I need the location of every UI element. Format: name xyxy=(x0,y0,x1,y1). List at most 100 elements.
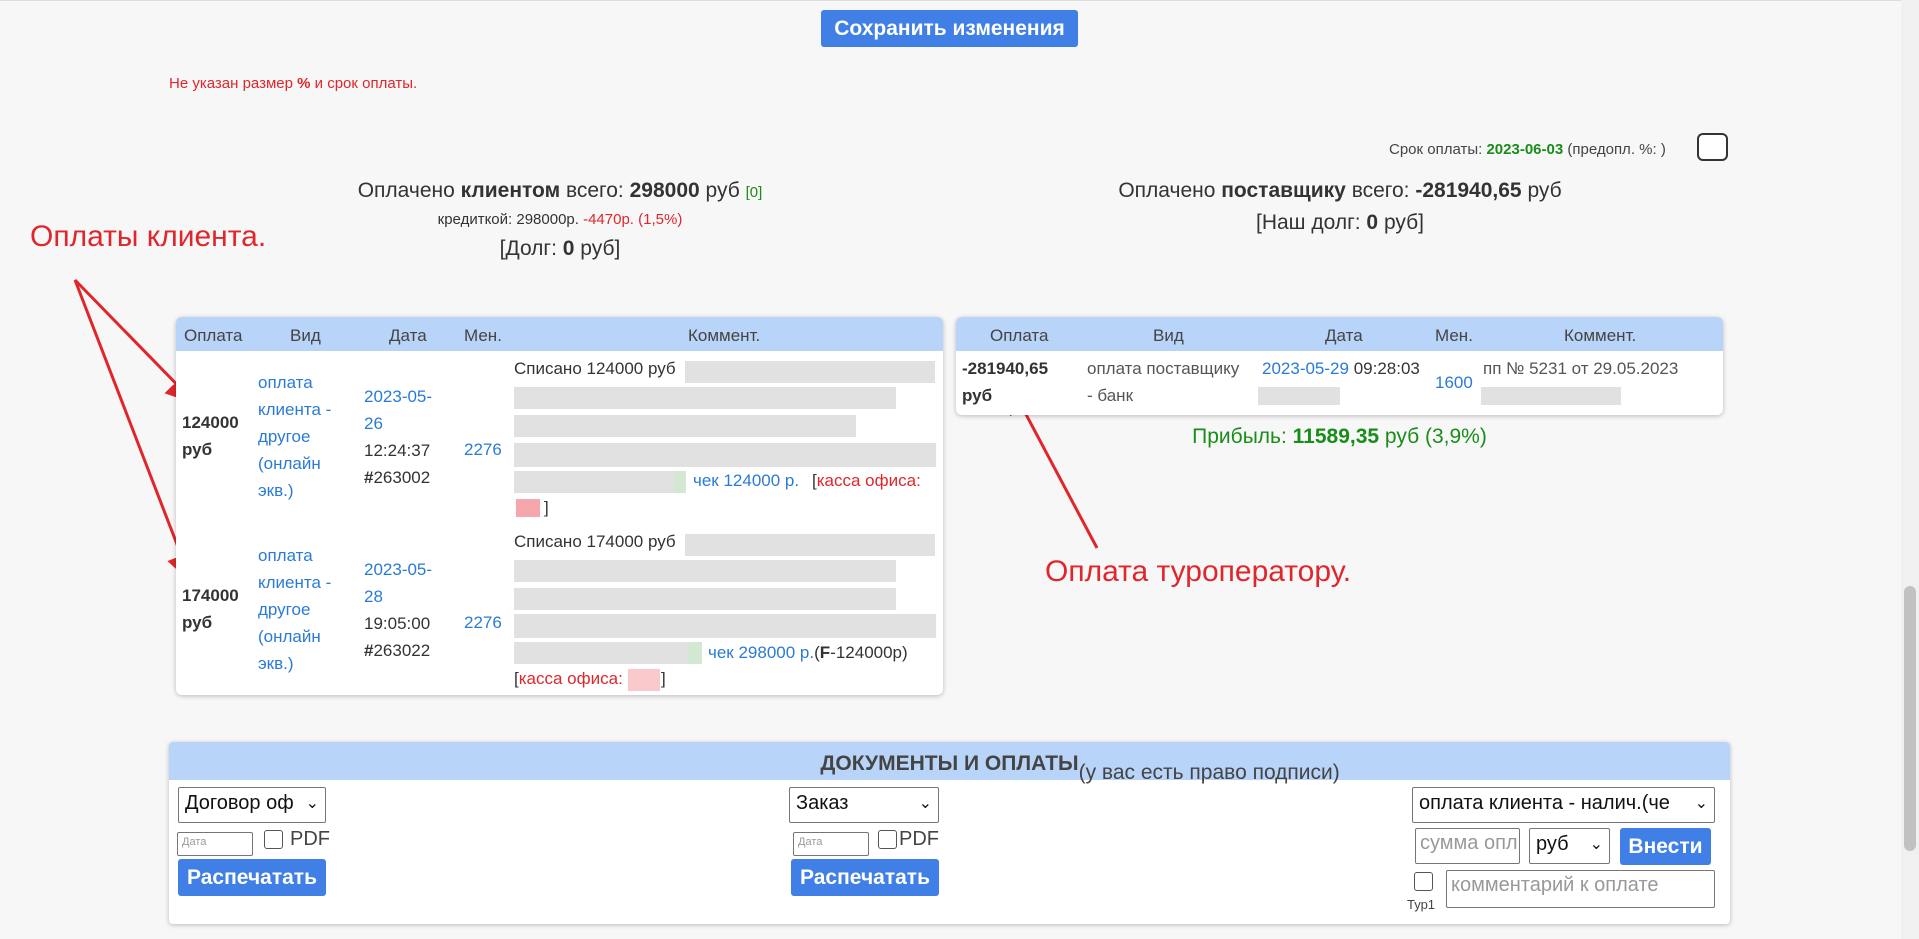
order-print-button[interactable]: Распечатать xyxy=(791,859,939,896)
kind-line: оплата xyxy=(258,373,313,392)
profit-rest: руб (3,9%) xyxy=(1379,425,1487,448)
profit-summary: Прибыль: 11589,35 руб (3,9%) xyxy=(956,425,1723,449)
manager-link[interactable]: 1600 xyxy=(1435,369,1473,396)
payment-unit: руб xyxy=(182,613,213,632)
kind-line: клиента - xyxy=(258,400,332,419)
payment-comment: Списано 174000 руб xyxy=(514,532,676,551)
date-link[interactable]: 2023-05- xyxy=(364,383,432,410)
kind-line: - банк xyxy=(1087,386,1134,405)
kind-line: экв.) xyxy=(258,654,294,673)
redacted-block xyxy=(628,669,660,691)
check-info: чек 298000 р.(F-124000р) xyxy=(708,639,908,666)
redacted-block xyxy=(514,415,856,437)
chevron-down-icon: ⌄ xyxy=(918,795,932,812)
client-payments-table: Оплата Вид Дата Мен. Коммент. 124000 руб… xyxy=(176,317,943,695)
kind-line: оплата xyxy=(258,546,313,565)
payment-unit: руб xyxy=(182,440,213,459)
table-row: 124000 руб xyxy=(182,409,239,463)
f-letter: F xyxy=(819,643,831,662)
date-link-day[interactable]: 26 xyxy=(364,410,432,437)
comment-placeholder: комментарий к оплате xyxy=(1451,874,1659,896)
date-link[interactable]: 2023-05-29 xyxy=(1262,359,1349,378)
check-link[interactable]: чек 124000 р. xyxy=(693,467,799,494)
payment-time: 12:24:37 xyxy=(364,441,431,460)
payment-type-select[interactable]: оплата клиента - налич.(че ⌄ xyxy=(1412,787,1715,823)
redacted-block xyxy=(514,471,684,493)
cash-desk-info: [касса офиса: xyxy=(514,665,623,692)
col-kind: Вид xyxy=(1153,326,1184,345)
order-select[interactable]: Заказ ⌄ xyxy=(789,787,939,823)
payment-date: 2023-05-29 09:28:03 xyxy=(1262,355,1420,382)
sum-placeholder: сумма опл xyxy=(1420,832,1518,854)
payment-number: 263002 xyxy=(373,468,431,487)
documents-header: ДОКУМЕНТЫ И ОПЛАТЫ (у вас есть право под… xyxy=(169,742,1730,784)
payment-date: 2023-05- 28 19:05:00 #263022 xyxy=(364,556,432,664)
payment-kind-link[interactable]: оплата клиента - другое (онлайн экв.) xyxy=(258,369,331,504)
chevron-down-icon: ⌄ xyxy=(1694,795,1708,812)
check-link[interactable]: чек 298000 р. xyxy=(708,643,814,662)
col-kind: Вид xyxy=(290,326,321,345)
payment-comment: Списано 124000 руб xyxy=(514,359,676,378)
kind-line: экв.) xyxy=(258,481,294,500)
scrollbar-thumb[interactable] xyxy=(1904,586,1916,851)
manager-link[interactable]: 2276 xyxy=(464,609,502,636)
redacted-block xyxy=(514,588,896,610)
date-placeholder: Дата xyxy=(798,836,823,848)
payment-number: 263022 xyxy=(373,641,431,660)
kind-line: (онлайн xyxy=(258,454,321,473)
date-link[interactable]: 2023-05- xyxy=(364,556,432,583)
redacted-block xyxy=(685,361,935,383)
contract-select[interactable]: Договор оф ⌄ xyxy=(178,787,326,823)
kind-line: другое xyxy=(258,600,311,619)
profit-amount: 11589,35 xyxy=(1292,425,1380,448)
redacted-block xyxy=(514,642,694,664)
contract-select-value: Договор оф xyxy=(185,792,294,814)
documents-title: ДОКУМЕНТЫ И ОПЛАТЫ xyxy=(820,752,1079,775)
payment-type-value: оплата клиента - налич.(че xyxy=(1419,792,1670,814)
payment-amount: 124000 xyxy=(182,413,239,432)
contract-date-input[interactable]: Дата xyxy=(177,832,253,856)
chevron-down-icon: ⌄ xyxy=(305,795,319,812)
col-date: Дата xyxy=(1325,326,1363,345)
contract-print-button[interactable]: Распечатать xyxy=(178,859,326,896)
f-amount: -124000р) xyxy=(830,643,908,662)
manager-link[interactable]: 2276 xyxy=(464,436,502,463)
cash-desk-label: касса офиса: xyxy=(816,471,921,490)
table-row: -281940,65 руб xyxy=(962,355,1048,409)
contract-pdf-label: PDF xyxy=(290,828,330,850)
order-date-input[interactable]: Дата xyxy=(793,832,869,856)
payment-amount: -281940,65 xyxy=(962,359,1049,378)
redacted-block xyxy=(1258,387,1340,405)
tour-checkbox[interactable] xyxy=(1414,872,1433,891)
submit-payment-button[interactable]: Внести xyxy=(1620,828,1711,865)
contract-pdf-checkbox[interactable] xyxy=(264,830,283,849)
cash-desk-label: касса офиса: xyxy=(518,669,623,688)
payment-comment-input[interactable]: комментарий к оплате xyxy=(1446,870,1715,908)
order-pdf-label: PDF xyxy=(899,828,939,850)
redacted-block xyxy=(514,614,936,638)
cash-desk-info: [касса офиса: xyxy=(812,467,921,494)
col-manager: Мен. xyxy=(464,326,502,345)
payment-kind: оплата поставщику - банк xyxy=(1087,355,1239,409)
bracket-close: ] xyxy=(544,498,549,517)
redacted-block xyxy=(514,560,896,582)
currency-value: руб xyxy=(1536,833,1569,855)
currency-select[interactable]: руб ⌄ xyxy=(1529,828,1610,864)
payment-comment: пп № 5231 от 29.05.2023 xyxy=(1483,359,1679,378)
col-manager: Мен. xyxy=(1435,326,1473,345)
order-pdf-checkbox[interactable] xyxy=(878,830,897,849)
redacted-block xyxy=(674,471,686,493)
redacted-block xyxy=(685,534,935,556)
payment-date: 2023-05- 26 12:24:37 #263002 xyxy=(364,383,432,491)
payment-sum-input[interactable]: сумма опл xyxy=(1415,828,1520,864)
redacted-block xyxy=(688,642,702,664)
col-payment: Оплата xyxy=(184,326,243,345)
kind-line: (онлайн xyxy=(258,627,321,646)
payment-kind-link[interactable]: оплата клиента - другое (онлайн экв.) xyxy=(258,542,331,677)
date-link-day[interactable]: 28 xyxy=(364,583,432,610)
col-comment: Коммент. xyxy=(1564,326,1637,345)
redacted-block xyxy=(516,499,540,517)
client-table-header: Оплата Вид Дата Мен. Коммент. xyxy=(176,317,943,351)
payment-amount: 174000 xyxy=(182,586,239,605)
date-placeholder: Дата xyxy=(182,836,207,848)
